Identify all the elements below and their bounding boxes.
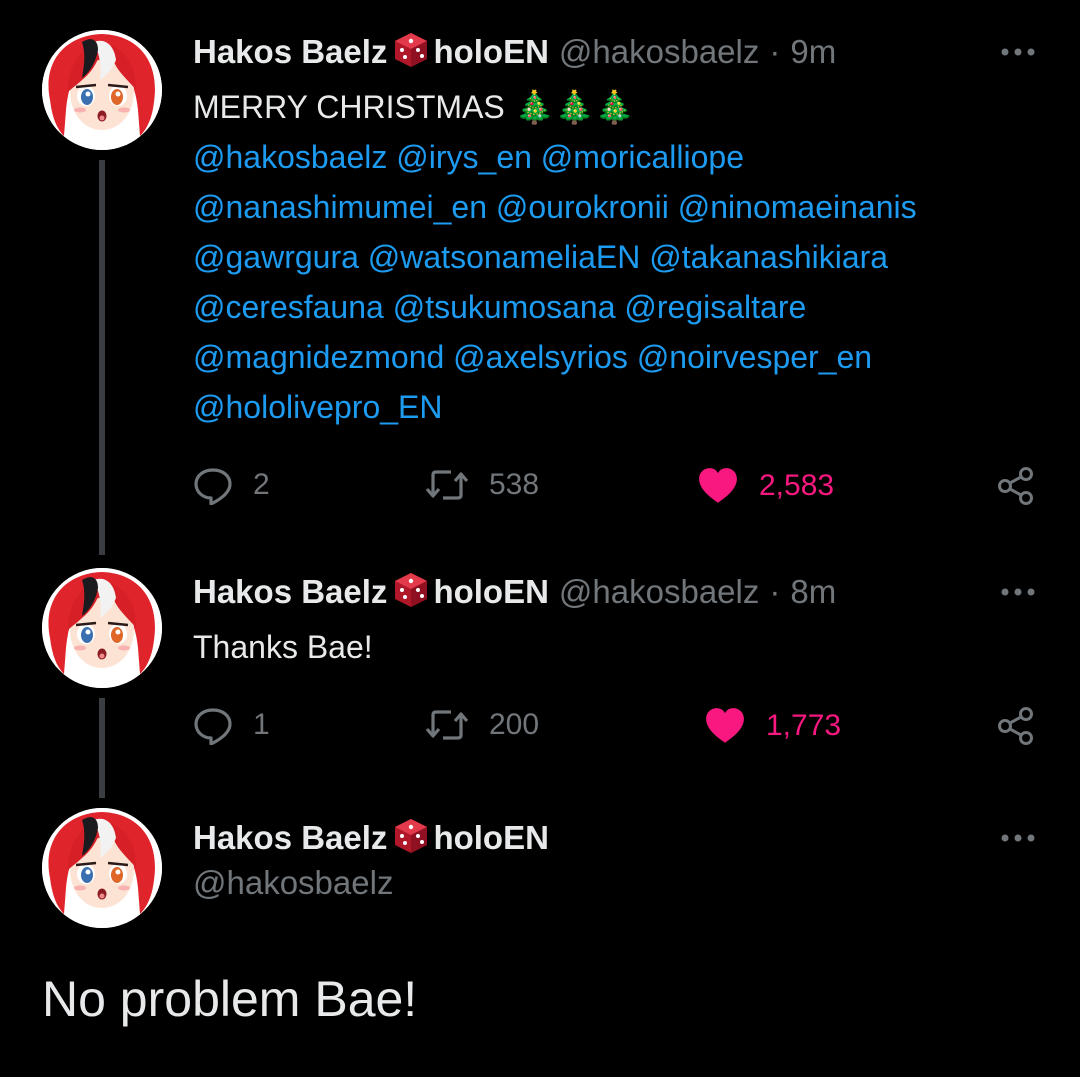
avatar[interactable] [42, 568, 162, 688]
dice-icon [391, 816, 431, 864]
dice-icon [391, 570, 431, 618]
mention-line: @gawrgura @watsonameliaEN @takanashikiar… [193, 232, 917, 282]
heart-icon [704, 707, 746, 745]
tweet-header: Hakos Baelz holoEN [193, 818, 549, 858]
mention-link[interactable]: @hakosbaelz [193, 139, 387, 175]
tweet-header: Hakos Baelz holoEN @hakosbaelz · 9m [193, 32, 836, 72]
tweet-text: Thanks Bae! [193, 622, 373, 672]
mention-link[interactable]: @ninomaeinanis [678, 189, 917, 225]
share-button[interactable] [996, 466, 1036, 506]
share-button[interactable] [996, 706, 1036, 746]
mention-line: @ceresfauna @tsukumosana @regisaltare [193, 282, 917, 332]
dice-icon [391, 30, 431, 78]
mention-link[interactable]: @takanashikiara [649, 239, 888, 275]
reply-icon [193, 705, 233, 745]
more-icon[interactable] [1000, 832, 1036, 844]
share-icon [996, 466, 1036, 506]
like-count: 2,583 [759, 469, 835, 502]
separator-dot: · [769, 33, 781, 70]
tweet-text: MERRY CHRISTMAS 🎄🎄🎄 @hakosbaelz @irys_en … [193, 82, 917, 432]
mention-list: @hakosbaelz @irys_en @moricalliope @nanas… [193, 132, 917, 432]
thread-line [99, 160, 105, 555]
mention-link[interactable]: @ourokronii [496, 189, 669, 225]
mention-link[interactable]: @axelsyrios [453, 339, 628, 375]
heart-icon [697, 467, 739, 505]
mention-line: @magnidezmond @axelsyrios @noirvesper_en [193, 332, 917, 382]
retweet-button[interactable]: 200 [425, 705, 539, 745]
mention-link[interactable]: @nanashimumei_en [193, 189, 487, 225]
like-button[interactable]: 2,583 [697, 467, 834, 505]
retweet-button[interactable]: 538 [425, 465, 539, 505]
mention-link[interactable]: @tsukumosana [393, 289, 616, 325]
tweet-header: Hakos Baelz holoEN @hakosbaelz · 8m [193, 572, 836, 612]
tweet-text-main: Thanks Bae! [193, 629, 373, 665]
author-name[interactable]: Hakos Baelz [193, 573, 387, 611]
reply-count: 1 [253, 708, 270, 741]
mention-link[interactable]: @gawrgura [193, 239, 359, 275]
retweet-icon [425, 705, 469, 745]
timestamp[interactable]: 9m [790, 33, 836, 71]
mention-line: @hololivepro_EN [193, 382, 917, 432]
thread-line [99, 698, 105, 798]
author-name[interactable]: Hakos Baelz [193, 819, 387, 857]
author-handle[interactable]: @hakosbaelz [193, 864, 393, 902]
mention-link[interactable]: @ceresfauna [193, 289, 384, 325]
share-icon [996, 706, 1036, 746]
reply-count: 2 [253, 468, 270, 501]
author-handle[interactable]: @hakosbaelz [559, 573, 759, 611]
author-name-suffix[interactable]: holoEN [433, 33, 548, 71]
mention-link[interactable]: @magnidezmond [193, 339, 444, 375]
retweet-count: 200 [489, 708, 540, 741]
avatar[interactable] [42, 808, 162, 928]
avatar[interactable] [42, 30, 162, 150]
like-button[interactable]: 1,773 [704, 707, 841, 745]
author-name-suffix[interactable]: holoEN [433, 573, 548, 611]
author-name-suffix[interactable]: holoEN [433, 819, 548, 857]
timestamp[interactable]: 8m [790, 573, 836, 611]
mention-link[interactable]: @noirvesper_en [637, 339, 872, 375]
christmas-tree-emoji: 🎄🎄🎄 [514, 89, 635, 125]
more-icon[interactable] [1000, 46, 1036, 58]
author-handle[interactable]: @hakosbaelz [559, 33, 759, 71]
mention-link[interactable]: @watsonameliaEN [368, 239, 641, 275]
like-count: 1,773 [766, 709, 842, 742]
separator-dot: · [769, 573, 781, 610]
more-icon[interactable] [1000, 586, 1036, 598]
mention-line: @nanashimumei_en @ourokronii @ninomaeina… [193, 182, 917, 232]
author-name[interactable]: Hakos Baelz [193, 33, 387, 71]
mention-link[interactable]: @hololivepro_EN [193, 389, 443, 425]
mention-line: @hakosbaelz @irys_en @moricalliope [193, 132, 917, 182]
retweet-count: 538 [489, 468, 540, 501]
reply-button[interactable]: 1 [193, 705, 270, 745]
retweet-icon [425, 465, 469, 505]
tweet-text-main: MERRY CHRISTMAS [193, 89, 505, 125]
mention-link[interactable]: @moricalliope [541, 139, 744, 175]
mention-link[interactable]: @regisaltare [624, 289, 806, 325]
reply-button[interactable]: 2 [193, 465, 270, 505]
reply-icon [193, 465, 233, 505]
tweet-text: No problem Bae! [42, 971, 418, 1027]
mention-link[interactable]: @irys_en [396, 139, 532, 175]
